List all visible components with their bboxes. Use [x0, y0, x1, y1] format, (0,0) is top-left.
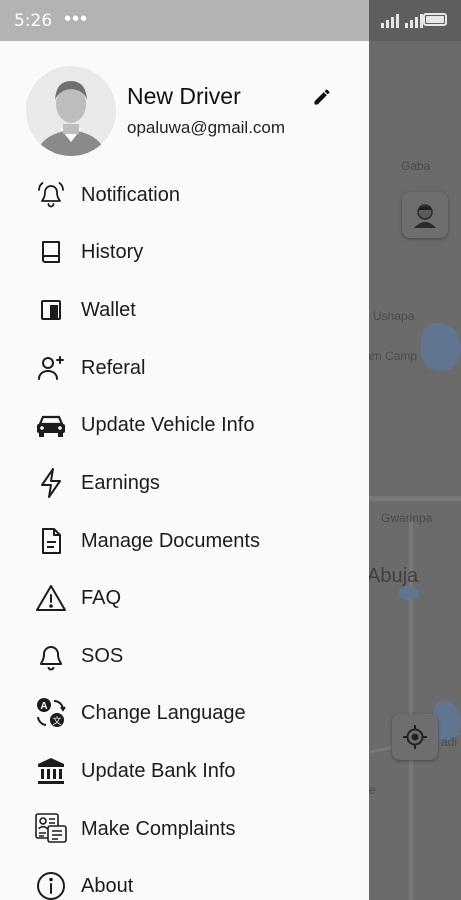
menu-item-sos[interactable]: SOS: [0, 630, 369, 682]
map-label-abuja: Abuja: [369, 565, 419, 587]
my-location-icon: [403, 725, 427, 749]
menu-item-label: Notification: [81, 183, 180, 206]
map-label-e: e: [369, 783, 376, 797]
battery-icon: [423, 13, 447, 26]
menu-item-update-vehicle[interactable]: Update Vehicle Info: [0, 399, 369, 451]
menu-item-label: FAQ: [81, 586, 122, 609]
wallet-icon: [33, 292, 69, 328]
svg-text:A: A: [40, 701, 47, 712]
driver-profile-fab[interactable]: [402, 192, 448, 238]
lightning-icon: [33, 465, 69, 501]
menu-item-label: Update Bank Info: [81, 759, 236, 782]
map-label-camp: am Camp: [369, 349, 418, 363]
menu-item-label: Update Vehicle Info: [81, 413, 255, 436]
car-icon: [33, 407, 69, 443]
menu-item-label: History: [81, 240, 144, 263]
translate-icon: A 文: [33, 695, 69, 731]
svg-text:文: 文: [52, 715, 61, 727]
menu-item-manage-documents[interactable]: Manage Documents: [0, 515, 369, 567]
person-avatar-icon[interactable]: [26, 66, 116, 156]
map-label-gwarinpa: Gwarinpa: [381, 511, 433, 525]
menu-item-label: Manage Documents: [81, 529, 260, 552]
menu-item-label: Earnings: [81, 471, 160, 494]
menu-item-label: Referal: [81, 356, 146, 379]
status-time: 5:26: [14, 11, 53, 31]
menu-item-wallet[interactable]: Wallet: [0, 284, 369, 336]
menu-item-label: Wallet: [81, 298, 136, 321]
bell-icon: [33, 638, 69, 674]
my-location-button[interactable]: [392, 714, 438, 760]
menu-item-faq[interactable]: FAQ: [0, 572, 369, 624]
status-icons: [369, 0, 461, 41]
map-label-adi: adi: [441, 735, 458, 749]
driver-email: opaluwa@gmail.com: [127, 118, 286, 137]
status-dots: •••: [64, 8, 89, 30]
driver-name: New Driver: [127, 83, 241, 109]
map-view[interactable]: Gaba Ushapa am Camp Gwarinpa Abuja adi e: [369, 41, 461, 900]
navigation-drawer: New Driver opaluwa@gmail.com Notificatio…: [0, 41, 369, 900]
menu-item-earnings[interactable]: Earnings: [0, 457, 369, 509]
menu-item-label: Change Language: [81, 701, 246, 724]
menu-item-update-bank[interactable]: Update Bank Info: [0, 745, 369, 797]
driver-profile-icon: [414, 204, 436, 228]
info-icon: [33, 868, 69, 900]
menu-item-label: SOS: [81, 644, 124, 667]
menu-item-referal[interactable]: Referal: [0, 342, 369, 394]
bank-icon: [33, 753, 69, 789]
menu-item-history[interactable]: History: [0, 226, 369, 278]
signal-icon: [381, 12, 423, 28]
document-icon: [33, 523, 69, 559]
person-add-icon: [33, 350, 69, 386]
edit-profile-button[interactable]: [310, 85, 334, 109]
complaint-icon: [33, 811, 69, 847]
map-label-gaba: Gaba: [401, 159, 431, 173]
status-bar: 5:26 •••: [0, 0, 461, 41]
menu-item-label: Make Complaints: [81, 817, 236, 840]
menu-item-about[interactable]: About: [0, 860, 369, 900]
book-icon: [33, 234, 69, 270]
menu-item-notification[interactable]: Notification: [0, 169, 369, 221]
menu-item-change-language[interactable]: A 文 Change Language: [0, 687, 369, 739]
profile-header: New Driver opaluwa@gmail.com: [0, 41, 369, 161]
menu-item-label: About: [81, 874, 134, 897]
warning-icon: [33, 580, 69, 616]
menu-item-make-complaints[interactable]: Make Complaints: [0, 803, 369, 855]
map-label-ushapa: Ushapa: [373, 309, 415, 323]
pencil-icon: [314, 89, 330, 105]
bell-ringing-icon: [33, 177, 69, 213]
